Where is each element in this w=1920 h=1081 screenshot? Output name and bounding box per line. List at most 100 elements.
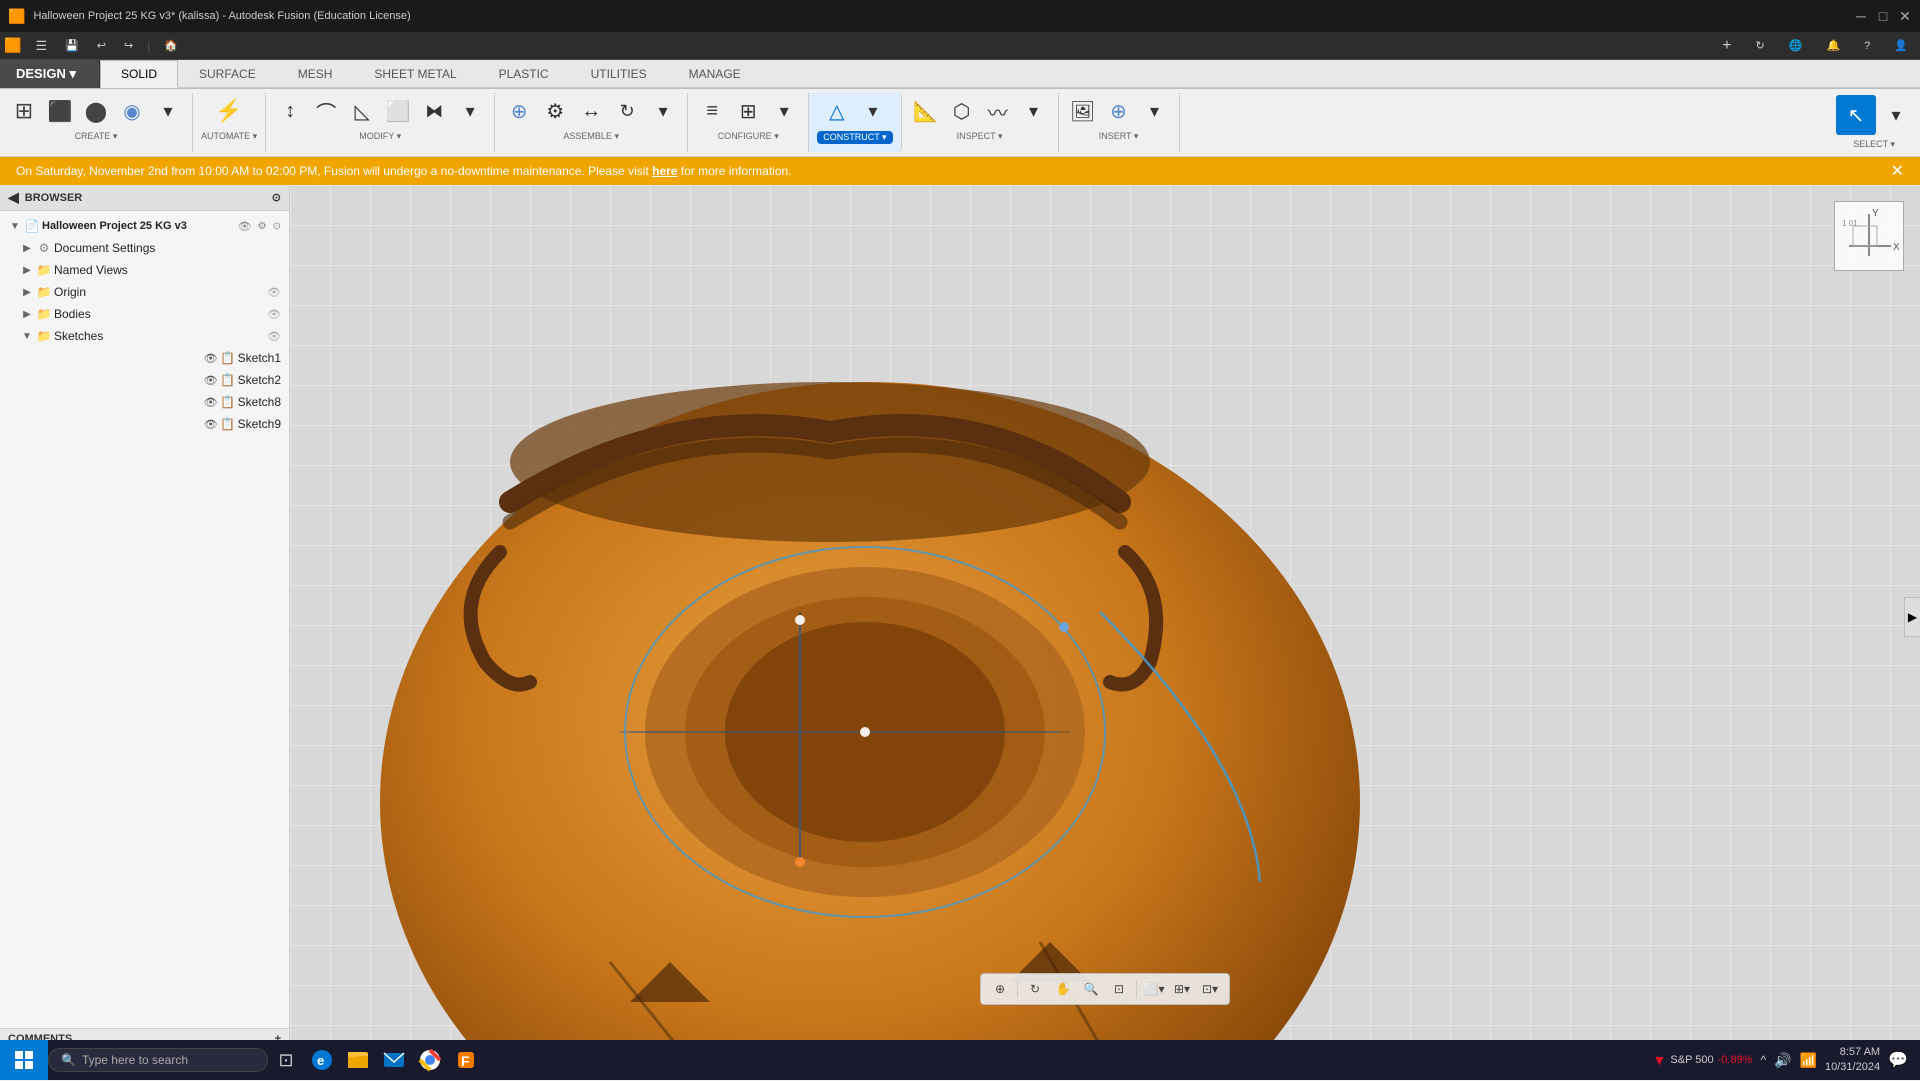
create-cylinder-btn[interactable]: ⬤ <box>80 95 112 127</box>
tray-network[interactable]: 🔊 <box>1774 1052 1791 1069</box>
tree-item-origin[interactable]: ▶ 📁 Origin 👁 <box>0 281 289 303</box>
configure-btn[interactable]: ≡ <box>696 95 728 127</box>
create-more-btn[interactable]: ▾ <box>152 95 184 127</box>
select-btn[interactable]: ↖ <box>1836 95 1876 135</box>
taskbar-search-bar[interactable]: 🔍 Type here to search <box>48 1048 268 1072</box>
assemble-rigid-group-btn[interactable]: ⚙ <box>539 95 571 127</box>
tab-manage[interactable]: MANAGE <box>668 60 762 87</box>
assemble-joint-btn[interactable]: ⊕ <box>503 95 535 127</box>
tree-eye-sketches[interactable]: 👁 <box>267 330 281 343</box>
inspect-measure-btn[interactable]: 📐 <box>910 95 942 127</box>
tab-plastic[interactable]: PLASTIC <box>478 60 570 87</box>
tray-up-arrow[interactable]: ^ <box>1761 1053 1767 1067</box>
taskbar-explorer-icon[interactable] <box>340 1040 376 1080</box>
taskbar-fusion-icon[interactable]: F <box>448 1040 484 1080</box>
modify-fillet-btn[interactable]: ⌒ <box>310 95 342 127</box>
create-box-btn[interactable]: ⬛ <box>44 95 76 127</box>
menu-file[interactable]: ☰ <box>27 35 55 57</box>
modify-press-pull-btn[interactable]: ↕ <box>274 95 306 127</box>
quick-access-redo[interactable]: ↪ <box>116 36 141 55</box>
tab-solid[interactable]: SOLID <box>100 60 178 88</box>
tree-item-sketch9[interactable]: ▶ 👁 📋 Sketch9 <box>0 413 289 435</box>
vc-home-btn[interactable]: ⊕ <box>987 976 1013 1002</box>
vc-env-btn[interactable]: ⊡▾ <box>1197 976 1223 1002</box>
taskbar-notification-icon[interactable]: 💬 <box>1888 1050 1908 1070</box>
tree-circle-root[interactable]: ⊙ <box>273 221 281 232</box>
menu-bell-icon[interactable]: 🔔 <box>1818 36 1848 55</box>
tab-sheet-metal[interactable]: SHEET METAL <box>353 60 477 87</box>
menu-globe-icon[interactable]: 🌐 <box>1781 36 1811 55</box>
modify-shell-btn[interactable]: ⬜ <box>382 95 414 127</box>
browser-collapse-icon[interactable]: ◀ <box>8 189 19 206</box>
menu-plus-icon[interactable]: + <box>1714 34 1739 58</box>
tab-utilities[interactable]: UTILITIES <box>570 60 668 87</box>
tree-eye-root[interactable]: 👁 <box>238 220 252 233</box>
configure-table-btn[interactable]: ⊞ <box>732 95 764 127</box>
create-sphere-btn[interactable]: ◉ <box>116 95 148 127</box>
tree-eye-origin[interactable]: 👁 <box>267 286 281 299</box>
vc-pan-btn[interactable]: ✋ <box>1050 976 1076 1002</box>
maximize-button[interactable]: □ <box>1876 9 1890 23</box>
modify-combine-btn[interactable]: ⧓ <box>418 95 450 127</box>
taskbar-edge-icon[interactable]: e <box>304 1040 340 1080</box>
modify-chamfer-btn[interactable]: ◺ <box>346 95 378 127</box>
notification-close-button[interactable]: ✕ <box>1891 161 1904 181</box>
right-panel-toggle[interactable]: ▶ <box>1904 597 1920 637</box>
quick-access-home[interactable]: 🏠 <box>156 36 186 55</box>
tree-item-bodies[interactable]: ▶ 📁 Bodies 👁 <box>0 303 289 325</box>
select-more-btn[interactable]: ▾ <box>1880 99 1912 131</box>
insert-canvas-btn[interactable]: ⊕ <box>1103 95 1135 127</box>
taskbar-task-view[interactable]: ⊡ <box>268 1040 304 1080</box>
quick-access-undo[interactable]: ↩ <box>89 36 114 55</box>
tree-eye-sketch1-vis[interactable]: 👁 <box>204 352 218 365</box>
configure-more-btn[interactable]: ▾ <box>768 95 800 127</box>
minimize-button[interactable]: ─ <box>1854 9 1868 23</box>
taskbar-mail-icon[interactable] <box>376 1040 412 1080</box>
tab-mesh[interactable]: MESH <box>277 60 354 87</box>
tree-item-sketch2[interactable]: ▶ 👁 📋 Sketch2 <box>0 369 289 391</box>
tree-item-doc-settings[interactable]: ▶ ⚙ Document Settings <box>0 237 289 259</box>
close-button[interactable]: ✕ <box>1898 9 1912 23</box>
notification-link[interactable]: here <box>652 164 677 178</box>
tree-eye-bodies[interactable]: 👁 <box>267 308 281 321</box>
design-button[interactable]: DESIGN ▾ <box>0 60 100 88</box>
tree-item-sketches[interactable]: ▼ 📁 Sketches 👁 <box>0 325 289 347</box>
tree-eye-sketch2-vis[interactable]: 👁 <box>204 374 218 387</box>
construct-offset-plane-btn[interactable]: △ <box>821 95 853 127</box>
vc-grid-btn[interactable]: ⊞▾ <box>1169 976 1195 1002</box>
taskbar-chrome-icon[interactable] <box>412 1040 448 1080</box>
vc-fit-btn[interactable]: ⊡ <box>1106 976 1132 1002</box>
inspect-interference-btn[interactable]: ⬡ <box>946 95 978 127</box>
insert-more-btn[interactable]: ▾ <box>1139 95 1171 127</box>
taskbar-start-button[interactable] <box>0 1040 48 1080</box>
viewport[interactable]: Y X 1 01 ⊕ ↻ ✋ 🔍 ⊡ ⬜▾ ⊞▾ <box>290 185 1920 1049</box>
inspect-curvature-btn[interactable]: 〰 <box>982 95 1014 127</box>
assemble-motion-btn[interactable]: ↻ <box>611 95 643 127</box>
vc-orbit-btn[interactable]: ↻ <box>1022 976 1048 1002</box>
modify-more-btn[interactable]: ▾ <box>454 95 486 127</box>
assemble-drive-joints-btn[interactable]: ↔ <box>575 95 607 127</box>
tab-surface[interactable]: SURFACE <box>178 60 277 87</box>
create-new-component-btn[interactable]: ⊞ <box>8 95 40 127</box>
tree-eye-sketch9-vis[interactable]: 👁 <box>204 418 218 431</box>
vc-display-btn[interactable]: ⬜▾ <box>1141 976 1167 1002</box>
menu-refresh-icon[interactable]: ↻ <box>1748 36 1773 55</box>
tree-item-sketch1[interactable]: ▶ 👁 📋 Sketch1 <box>0 347 289 369</box>
vc-zoom-btn[interactable]: 🔍 <box>1078 976 1104 1002</box>
automate-btn[interactable]: ⚡ <box>213 95 245 127</box>
inspect-more-btn[interactable]: ▾ <box>1018 95 1050 127</box>
tray-volume[interactable]: 📶 <box>1800 1052 1817 1069</box>
tree-root[interactable]: ▼ 📄 Halloween Project 25 KG v3 👁 ⚙ ⊙ <box>0 215 289 237</box>
tree-item-named-views[interactable]: ▶ 📁 Named Views <box>0 259 289 281</box>
construct-more-btn[interactable]: ▾ <box>857 95 889 127</box>
tree-eye-sketch8-vis[interactable]: 👁 <box>204 396 218 409</box>
quick-access-save[interactable]: 💾 <box>57 36 87 55</box>
assemble-more-btn[interactable]: ▾ <box>647 95 679 127</box>
menu-help-icon[interactable]: ? <box>1856 37 1878 55</box>
tree-settings-root[interactable]: ⚙ <box>258 221 267 232</box>
browser-settings-icon[interactable]: ⊙ <box>272 191 281 204</box>
menu-account-icon[interactable]: 👤 <box>1886 36 1916 55</box>
taskbar-clock[interactable]: 8:57 AM 10/31/2024 <box>1825 1045 1880 1076</box>
insert-decal-btn[interactable]: 🖼 <box>1067 95 1099 127</box>
tree-item-sketch8[interactable]: ▶ 👁 📋 Sketch8 <box>0 391 289 413</box>
